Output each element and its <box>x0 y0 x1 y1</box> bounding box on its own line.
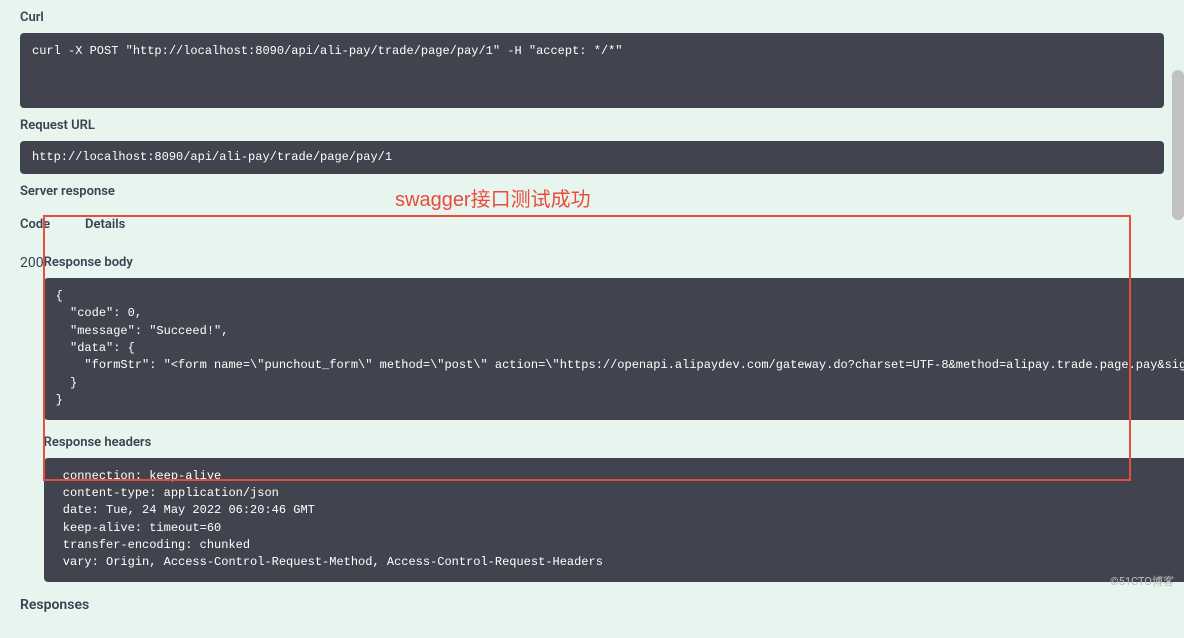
curl-command-block[interactable]: curl -X POST "http://localhost:8090/api/… <box>20 33 1164 108</box>
response-body-block[interactable]: { "code": 0, "message": "Succeed!", "dat… <box>44 278 1184 420</box>
annotation-text: swagger接口测试成功 <box>395 183 591 212</box>
watermark: ©51CTO博客 <box>1110 573 1174 589</box>
swagger-response-panel: Curl curl -X POST "http://localhost:8090… <box>0 0 1184 638</box>
vertical-scrollbar[interactable] <box>1172 70 1184 220</box>
server-response-label: Server response <box>20 174 1164 207</box>
response-headers-label: Response headers <box>44 435 1184 450</box>
response-header-row: Code Details <box>20 207 1164 240</box>
response-headers-block[interactable]: connection: keep-alive content-type: app… <box>44 458 1184 582</box>
response-body-text: { "code": 0, "message": "Succeed!", "dat… <box>56 289 1184 407</box>
response-row: 200 Response body { "code": 0, "message"… <box>20 240 1164 582</box>
response-body-label: Response body <box>44 255 1184 270</box>
request-url-label: Request URL <box>20 108 1164 141</box>
curl-label: Curl <box>20 0 1164 33</box>
response-headers-section: Response headers connection: keep-alive … <box>44 435 1184 582</box>
status-code: 200 <box>20 240 44 582</box>
request-url-block[interactable]: http://localhost:8090/api/ali-pay/trade/… <box>20 141 1164 174</box>
details-header: Details <box>85 217 1164 232</box>
response-details: Response body { "code": 0, "message": "S… <box>44 240 1184 582</box>
code-header: Code <box>20 217 85 232</box>
responses-label: Responses <box>20 582 1164 618</box>
